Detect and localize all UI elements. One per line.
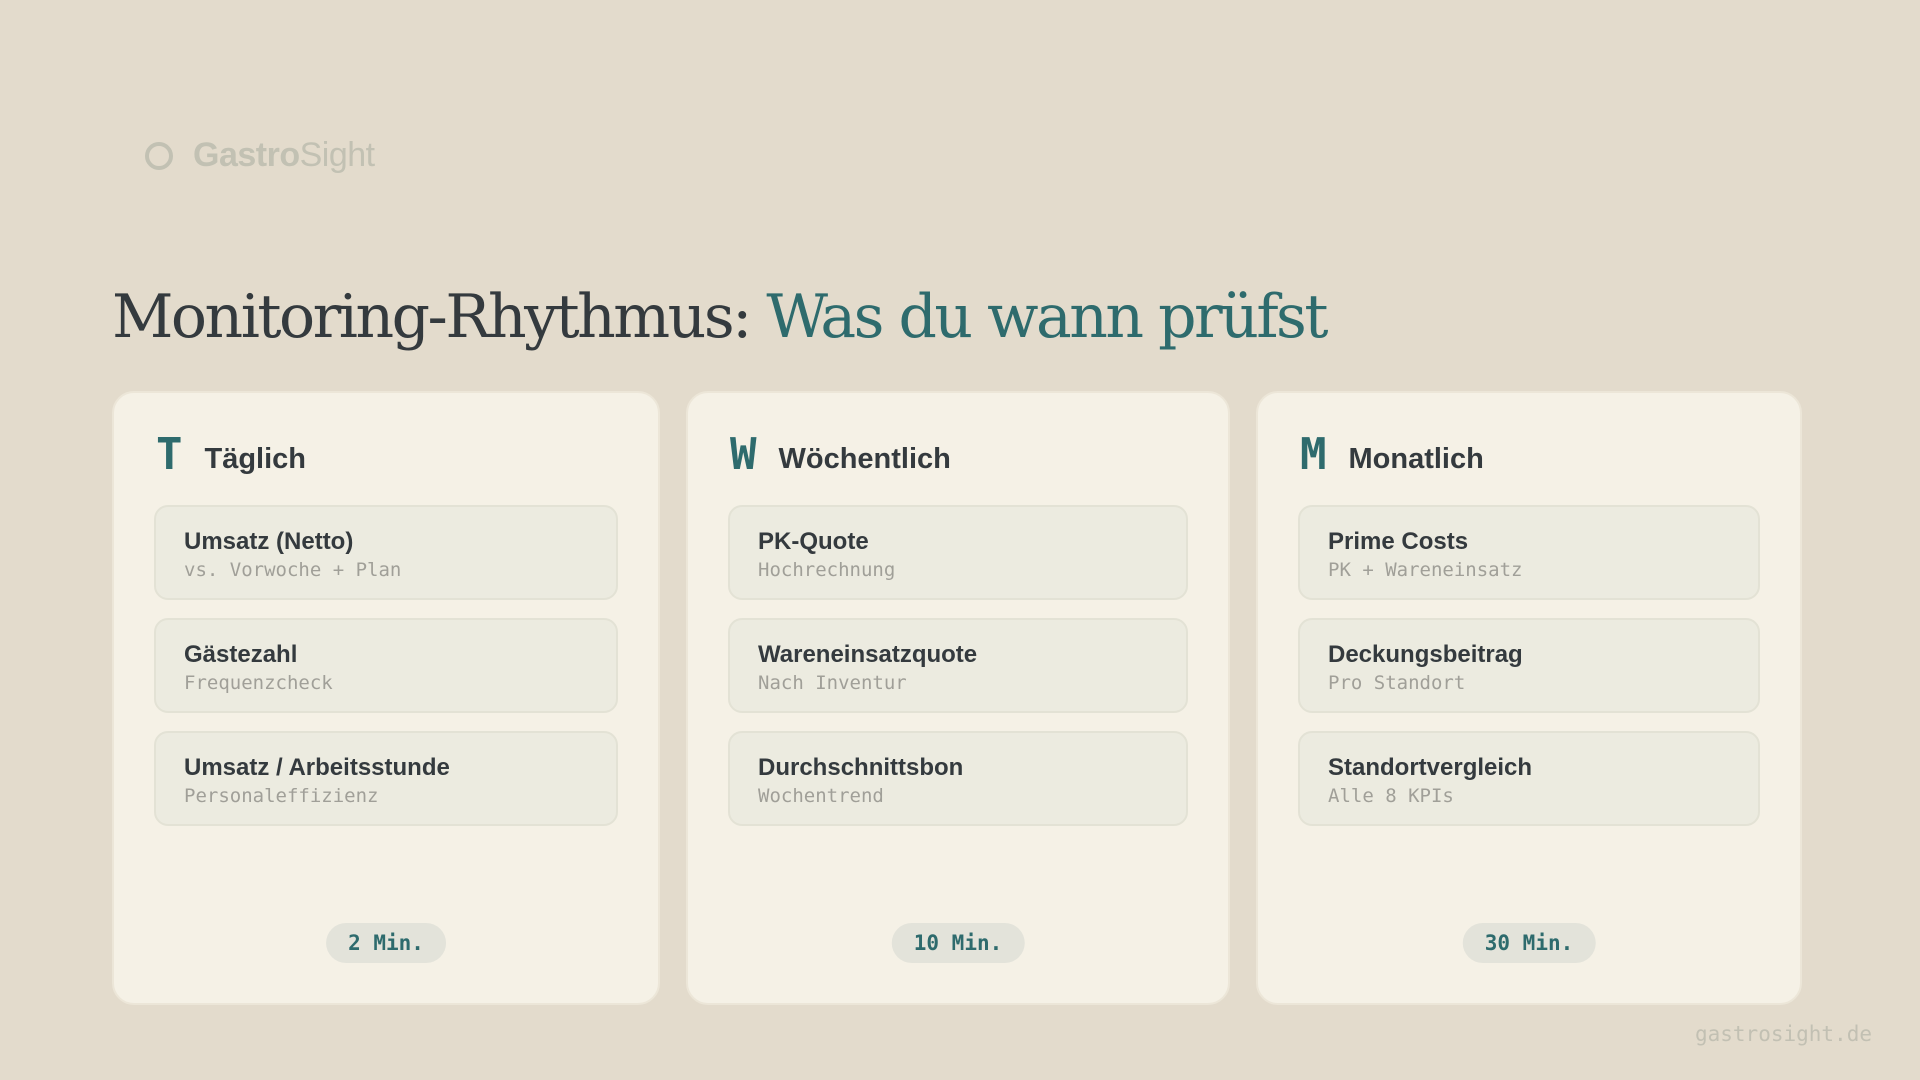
card-header: M Monatlich: [1300, 433, 1484, 477]
card-header: W Wöchentlich: [730, 433, 951, 477]
kpi-list: Umsatz (Netto) vs. Vorwoche + Plan Gäste…: [154, 505, 618, 826]
card-header: T Täglich: [156, 433, 306, 477]
page-title-main: Monitoring-Rhythmus:: [112, 282, 767, 352]
kpi-title: Gästezahl: [184, 641, 298, 668]
kpi-title: Umsatz (Netto): [184, 528, 354, 555]
time-badge: 2 Min.: [326, 923, 446, 963]
kpi-subtitle: Personaleffizienz: [184, 785, 379, 808]
card-weekly: W Wöchentlich PK-Quote Hochrechnung Ware…: [686, 391, 1230, 1005]
kpi-subtitle: Pro Standort: [1328, 672, 1466, 695]
kpi-subtitle: vs. Vorwoche + Plan: [184, 559, 402, 582]
kpi-title: Prime Costs: [1328, 528, 1469, 555]
kpi-item: Wareneinsatzquote Nach Inventur: [728, 618, 1188, 713]
footer-url[interactable]: gastrosight.de: [1695, 1022, 1872, 1046]
kpi-subtitle: Nach Inventur: [758, 672, 907, 695]
kpi-subtitle: Wochentrend: [758, 785, 884, 808]
kpi-item: Gästezahl Frequenzcheck: [154, 618, 618, 713]
kpi-list: PK-Quote Hochrechnung Wareneinsatzquote …: [728, 505, 1188, 826]
kpi-item: Umsatz (Netto) vs. Vorwoche + Plan: [154, 505, 618, 600]
card-letter: W: [730, 429, 757, 480]
card-daily: T Täglich Umsatz (Netto) vs. Vorwoche + …: [112, 391, 660, 1005]
rhythm-cards: T Täglich Umsatz (Netto) vs. Vorwoche + …: [112, 391, 1802, 1005]
page-title-accent: Was du wann prüfst: [766, 282, 1328, 352]
kpi-subtitle: Hochrechnung: [758, 559, 896, 582]
kpi-title: Wareneinsatzquote: [758, 641, 978, 668]
kpi-item: Prime Costs PK + Wareneinsatz: [1298, 505, 1760, 600]
kpi-item: Standortvergleich Alle 8 KPIs: [1298, 731, 1760, 826]
kpi-subtitle: Alle 8 KPIs: [1328, 785, 1454, 808]
page-title: Monitoring-Rhythmus: Was du wann prüfst: [112, 282, 1328, 352]
time-badge: 30 Min.: [1462, 923, 1596, 963]
brand-name: GastroSight: [193, 136, 375, 174]
brand-logo: GastroSight: [145, 136, 375, 175]
ring-logo-icon: [145, 141, 173, 170]
kpi-list: Prime Costs PK + Wareneinsatz Deckungsbe…: [1298, 505, 1760, 826]
kpi-title: Umsatz / Arbeitsstunde: [184, 754, 450, 781]
kpi-subtitle: PK + Wareneinsatz: [1328, 559, 1523, 582]
kpi-subtitle: Frequenzcheck: [184, 672, 333, 695]
time-badge: 10 Min.: [891, 923, 1025, 963]
card-letter: M: [1300, 429, 1327, 480]
kpi-item: Durchschnittsbon Wochentrend: [728, 731, 1188, 826]
card-title: Täglich: [204, 442, 307, 475]
card-title: Wöchentlich: [778, 442, 951, 475]
kpi-title: PK-Quote: [758, 528, 869, 555]
card-title: Monatlich: [1348, 442, 1484, 475]
card-letter: T: [156, 429, 183, 480]
kpi-item: Umsatz / Arbeitsstunde Personaleffizienz: [154, 731, 618, 826]
kpi-item: Deckungsbeitrag Pro Standort: [1298, 618, 1760, 713]
kpi-title: Deckungsbeitrag: [1328, 641, 1523, 668]
kpi-title: Durchschnittsbon: [758, 754, 964, 781]
kpi-title: Standortvergleich: [1328, 754, 1533, 781]
kpi-item: PK-Quote Hochrechnung: [728, 505, 1188, 600]
card-monthly: M Monatlich Prime Costs PK + Wareneinsat…: [1256, 391, 1802, 1005]
